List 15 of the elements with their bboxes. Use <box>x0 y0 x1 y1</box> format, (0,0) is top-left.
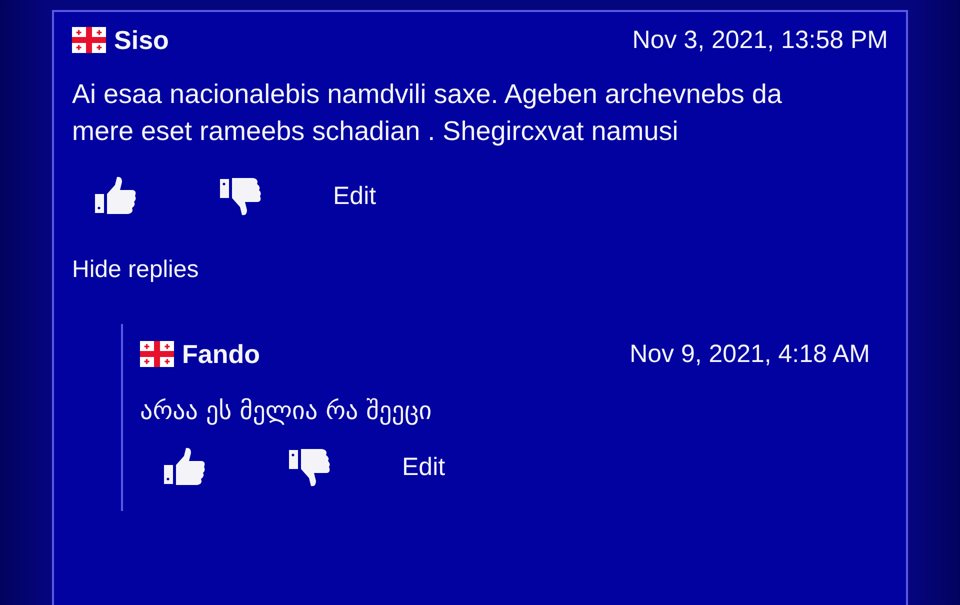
comment-text: Ai esaa nacionalebis namdvili saxe. Ageben archevnebs da mere eset rameebs schadian . Shegircxvat namusi <box>72 78 783 148</box>
thumbs-down-icon[interactable] <box>220 176 262 216</box>
thumbs-up-icon[interactable] <box>164 447 206 487</box>
reply-text: არაა ეს მელია რა შეეცი <box>140 395 433 427</box>
flag-icon <box>140 341 174 367</box>
thumbs-down-icon[interactable] <box>289 447 331 487</box>
author-name: Siso <box>114 24 169 56</box>
comment-date: Nov 9, 2021, 4:18 AM <box>630 340 870 368</box>
comment-date: Nov 3, 2021, 13:58 PM <box>632 26 888 54</box>
thumbs-up-icon[interactable] <box>95 176 137 216</box>
edit-button[interactable]: Edit <box>402 452 446 482</box>
author-name: Fando <box>182 338 260 370</box>
edit-button[interactable]: Edit <box>333 182 376 210</box>
flag-icon <box>72 27 106 53</box>
hide-replies-button[interactable]: Hide replies <box>72 256 199 284</box>
